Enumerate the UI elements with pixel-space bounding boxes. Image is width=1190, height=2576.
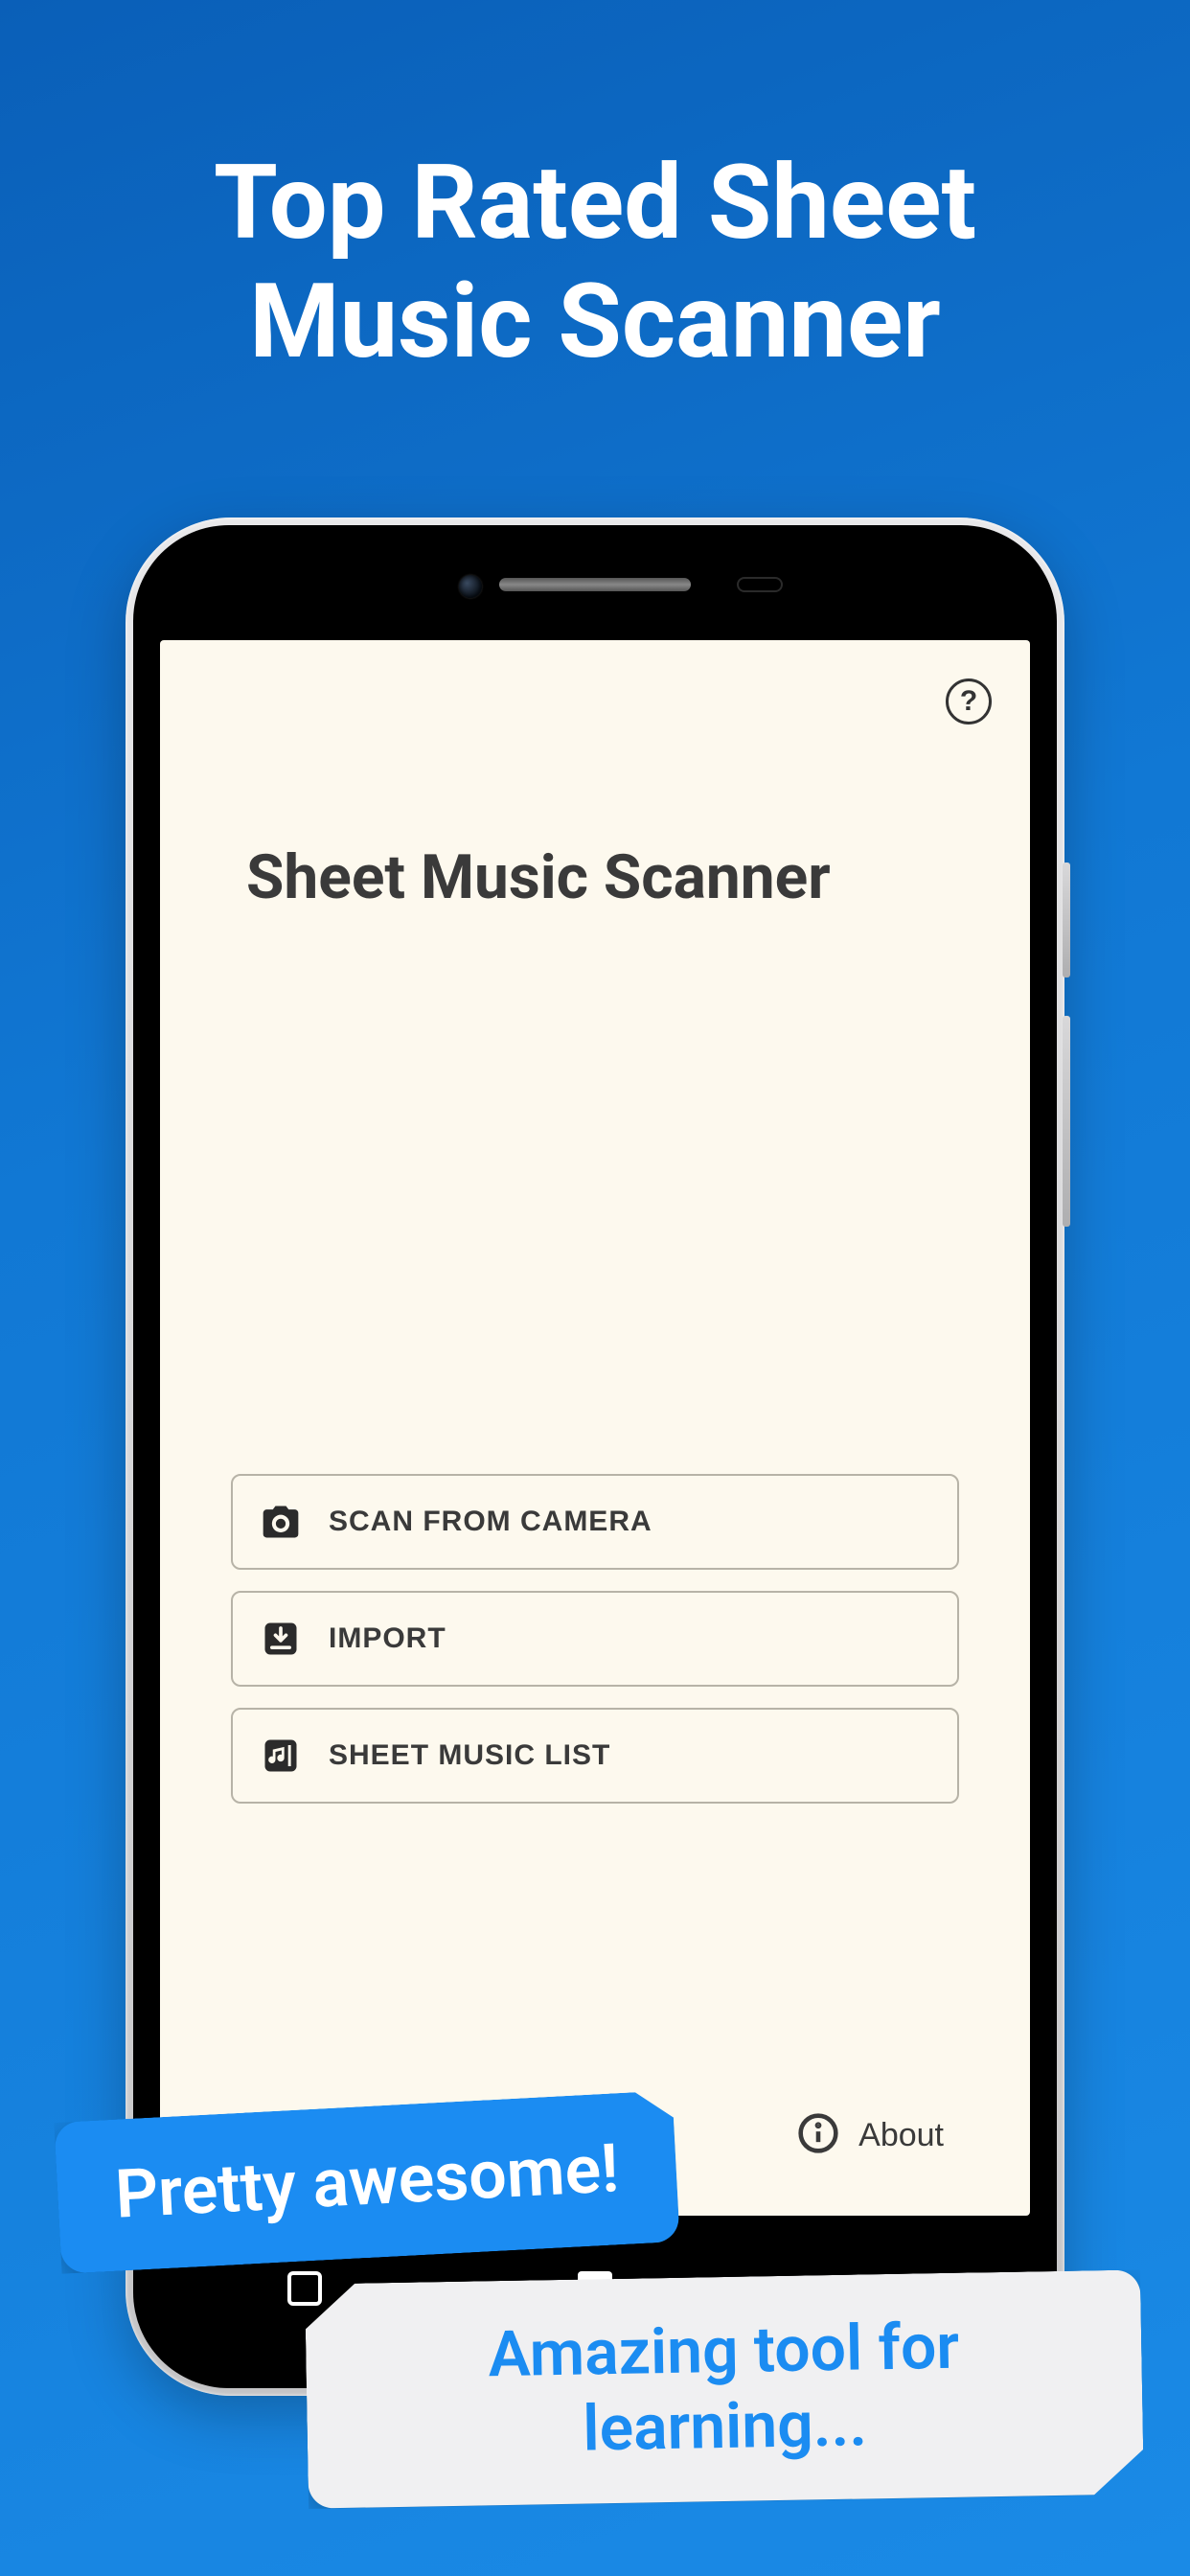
review-bubble-blue: Pretty awesome! [54, 2090, 679, 2274]
about-button[interactable]: About [795, 2112, 944, 2158]
review-text: Amazing tool for learning... [488, 2311, 960, 2467]
sheet-music-list-button[interactable]: SHEET MUSIC LIST [231, 1708, 959, 1804]
app-screen: ? Sheet Music Scanner SCAN FROM CAMERA I… [160, 640, 1030, 2216]
phone-side-button [1063, 1016, 1070, 1227]
hero-title: Top Rated Sheet Music Scanner [0, 0, 1190, 381]
review-text: Pretty awesome! [113, 2129, 621, 2234]
phone-side-button [1063, 862, 1070, 978]
help-icon: ? [960, 685, 977, 718]
phone-sensor-icon [737, 577, 783, 592]
info-icon [795, 2112, 841, 2158]
nav-recent-icon[interactable] [287, 2271, 322, 2306]
import-button[interactable]: IMPORT [231, 1591, 959, 1687]
phone-speaker-icon [499, 578, 691, 591]
camera-icon [258, 1499, 304, 1545]
action-list: SCAN FROM CAMERA IMPORT SHEET MUSIC LIST [231, 1474, 959, 1804]
hero-line-2: Music Scanner [249, 262, 941, 382]
app-title: Sheet Music Scanner [246, 841, 831, 913]
music-list-icon [258, 1733, 304, 1779]
action-label: SCAN FROM CAMERA [329, 1506, 652, 1538]
download-icon [258, 1616, 304, 1662]
action-label: IMPORT [329, 1622, 446, 1655]
about-label: About [858, 2117, 944, 2154]
hero-line-1: Top Rated Sheet [214, 143, 976, 264]
help-button[interactable]: ? [946, 678, 992, 724]
scan-from-camera-button[interactable]: SCAN FROM CAMERA [231, 1474, 959, 1570]
action-label: SHEET MUSIC LIST [329, 1739, 610, 1772]
review-bubble-white: Amazing tool for learning... [305, 2269, 1144, 2509]
phone-camera-icon [459, 575, 482, 598]
